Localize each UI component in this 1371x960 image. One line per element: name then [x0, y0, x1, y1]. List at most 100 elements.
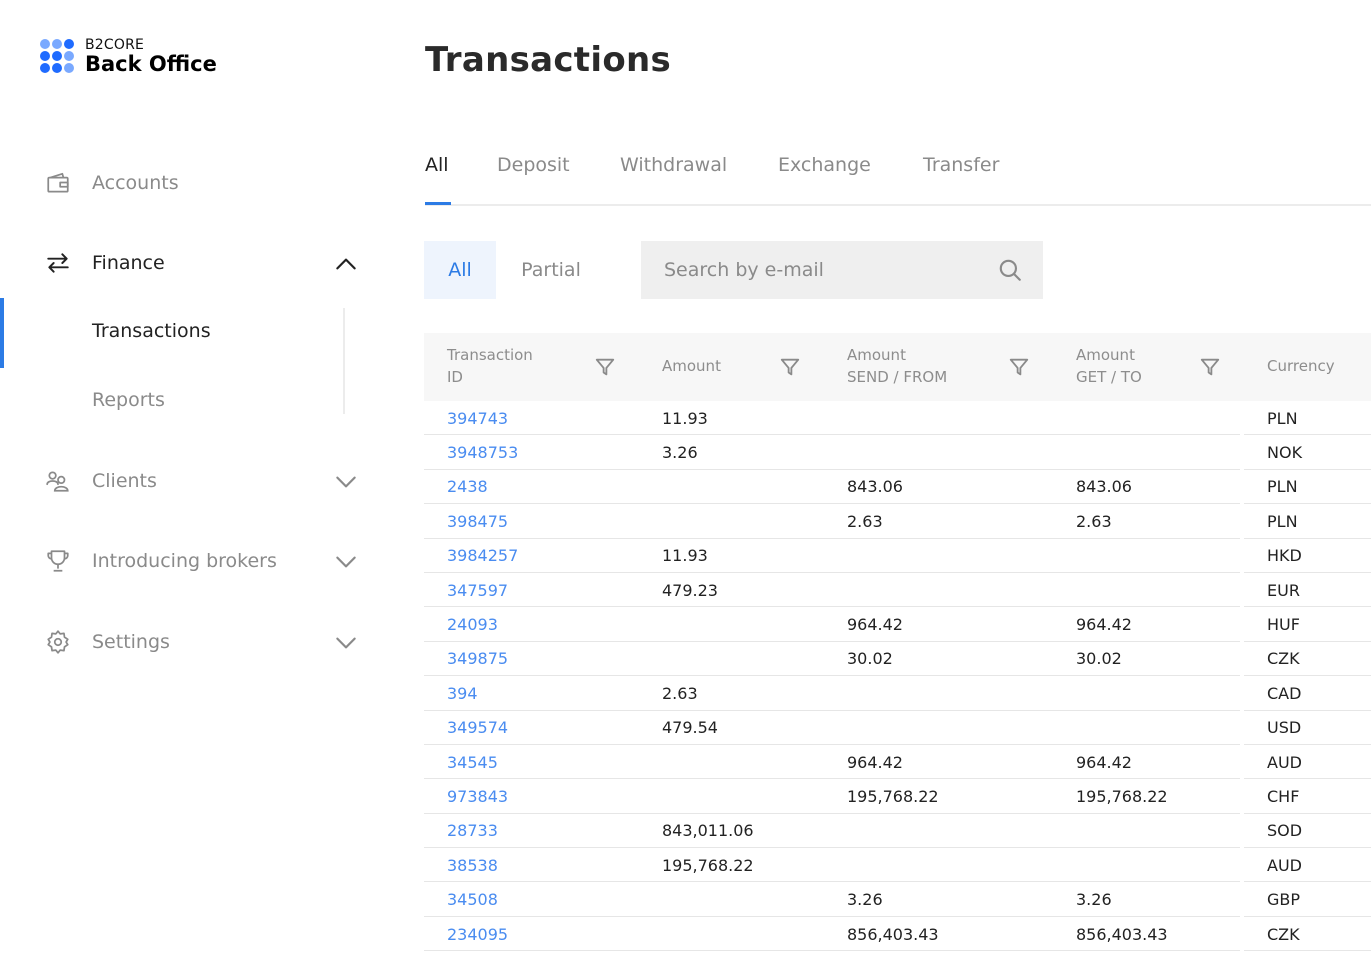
table-row: 394 2.63 CAD [424, 676, 1371, 711]
amount-get-cell: 964.42 [1076, 615, 1132, 635]
column-header-transaction-id: Transaction ID [447, 346, 533, 386]
table-row: 398475 2.63 2.63 PLN [424, 504, 1371, 539]
amount-get-cell: 30.02 [1076, 649, 1122, 669]
sidebar-item-accounts[interactable]: Accounts [44, 163, 359, 203]
currency-cell: PLN [1267, 511, 1298, 531]
transaction-id-link[interactable]: 2438 [447, 470, 488, 504]
table-row: 2438 843.06 843.06 PLN [424, 470, 1371, 505]
amount-cell: 843,011.06 [662, 821, 754, 841]
transaction-id-link[interactable]: 973843 [447, 779, 508, 813]
amount-send-cell: 195,768.22 [847, 786, 939, 806]
currency-cell: SOD [1267, 821, 1303, 841]
chevron-up-icon[interactable] [333, 251, 359, 277]
table-row: 34508 3.26 3.26 GBP [424, 882, 1371, 917]
table-row: 347597 479.23 EUR [424, 573, 1371, 608]
wallet-icon [44, 169, 72, 197]
sidebar-item-settings[interactable]: Settings [44, 622, 359, 662]
amount-send-cell: 843.06 [847, 477, 903, 497]
transaction-id-link[interactable]: 349574 [447, 711, 508, 745]
logo-mark-icon [40, 39, 76, 75]
active-indicator [0, 298, 4, 368]
amount-get-cell: 195,768.22 [1076, 786, 1168, 806]
transaction-id-link[interactable]: 349875 [447, 642, 508, 676]
tab-transfer[interactable]: Transfer [923, 154, 999, 176]
exchange-arrows-icon [44, 249, 72, 277]
transaction-id-link[interactable]: 3984257 [447, 539, 518, 573]
transaction-id-link[interactable]: 394 [447, 676, 478, 710]
transaction-id-link[interactable]: 34508 [447, 882, 498, 916]
filter-icon[interactable] [779, 356, 801, 378]
currency-cell: PLN [1267, 477, 1298, 497]
sidebar-item-finance[interactable]: Finance [44, 243, 359, 283]
segment-partial-button[interactable]: Partial [496, 241, 606, 299]
currency-cell: USD [1267, 718, 1302, 738]
search-icon[interactable] [997, 257, 1023, 283]
tab-all[interactable]: All [425, 154, 449, 176]
tab-deposit[interactable]: Deposit [497, 154, 570, 176]
transaction-id-link[interactable]: 394743 [447, 401, 508, 435]
currency-cell: CZK [1267, 649, 1300, 669]
sidebar: B2CORE Back Office Accounts Finance Tran… [0, 0, 390, 960]
transaction-id-link[interactable]: 38538 [447, 848, 498, 882]
sidebar-item-label: Introducing brokers [92, 550, 277, 572]
page-title: Transactions [425, 40, 672, 80]
table-row: 28733 843,011.06 SOD [424, 814, 1371, 849]
amount-send-cell: 2.63 [847, 511, 883, 531]
tab-exchange[interactable]: Exchange [778, 154, 871, 176]
row-divider [424, 950, 1240, 952]
chevron-down-icon[interactable] [333, 469, 359, 495]
transaction-id-link[interactable]: 347597 [447, 573, 508, 607]
filter-icon[interactable] [594, 356, 616, 378]
sidebar-item-clients[interactable]: Clients [44, 461, 359, 501]
currency-cell: CAD [1267, 683, 1302, 703]
currency-cell: GBP [1267, 890, 1301, 910]
segment-all-button[interactable]: All [424, 241, 496, 299]
tab-withdrawal[interactable]: Withdrawal [620, 154, 727, 176]
amount-get-cell: 843.06 [1076, 477, 1132, 497]
table-row: 3984257 11.93 HKD [424, 539, 1371, 573]
currency-cell: AUD [1267, 855, 1302, 875]
column-header-amount: Amount [662, 357, 721, 376]
gear-icon [44, 628, 72, 656]
table-row: 38538 195,768.22 AUD [424, 848, 1371, 883]
amount-get-cell: 3.26 [1076, 890, 1112, 910]
logo[interactable]: B2CORE Back Office [40, 38, 217, 75]
currency-cell: HKD [1267, 546, 1302, 566]
currency-cell: PLN [1267, 408, 1298, 428]
amount-cell: 3.26 [662, 443, 698, 463]
amount-send-cell: 30.02 [847, 649, 893, 669]
filter-icon[interactable] [1008, 356, 1030, 378]
chevron-down-icon[interactable] [333, 549, 359, 575]
amount-send-cell: 964.42 [847, 752, 903, 772]
table-row: 3948753 3.26 NOK [424, 435, 1371, 470]
currency-cell: CHF [1267, 786, 1300, 806]
currency-cell: CZK [1267, 924, 1300, 944]
transaction-id-link[interactable]: 398475 [447, 504, 508, 538]
currency-cell: AUD [1267, 752, 1302, 772]
table-row: 234095 856,403.43 856,403.43 CZK [424, 917, 1371, 952]
search-box [641, 241, 1043, 299]
transaction-id-link[interactable]: 34545 [447, 745, 498, 779]
transaction-id-link[interactable]: 28733 [447, 814, 498, 848]
table-header: Transaction ID Amount Amount SEND / FROM A… [424, 333, 1371, 401]
submenu-divider [343, 308, 345, 414]
amount-cell: 195,768.22 [662, 855, 754, 875]
search-input[interactable] [664, 259, 984, 281]
amount-send-cell: 856,403.43 [847, 924, 939, 944]
sidebar-subitem-transactions[interactable]: Transactions [92, 320, 211, 342]
transaction-id-link[interactable]: 234095 [447, 917, 508, 951]
amount-cell: 2.63 [662, 683, 698, 703]
transaction-id-link[interactable]: 24093 [447, 607, 498, 641]
users-icon [44, 467, 72, 495]
transaction-id-link[interactable]: 3948753 [447, 435, 518, 469]
column-header-currency: Currency [1267, 357, 1335, 376]
sidebar-item-label: Settings [92, 631, 170, 653]
sidebar-item-introducing-brokers[interactable]: Introducing brokers [44, 541, 359, 581]
filter-icon[interactable] [1199, 356, 1221, 378]
sidebar-item-label: Accounts [92, 172, 179, 194]
sidebar-subitem-reports[interactable]: Reports [92, 389, 165, 411]
chevron-down-icon[interactable] [333, 630, 359, 656]
amount-send-cell: 3.26 [847, 890, 883, 910]
currency-cell: NOK [1267, 443, 1303, 463]
column-header-amount-get: Amount GET / TO [1076, 346, 1142, 386]
